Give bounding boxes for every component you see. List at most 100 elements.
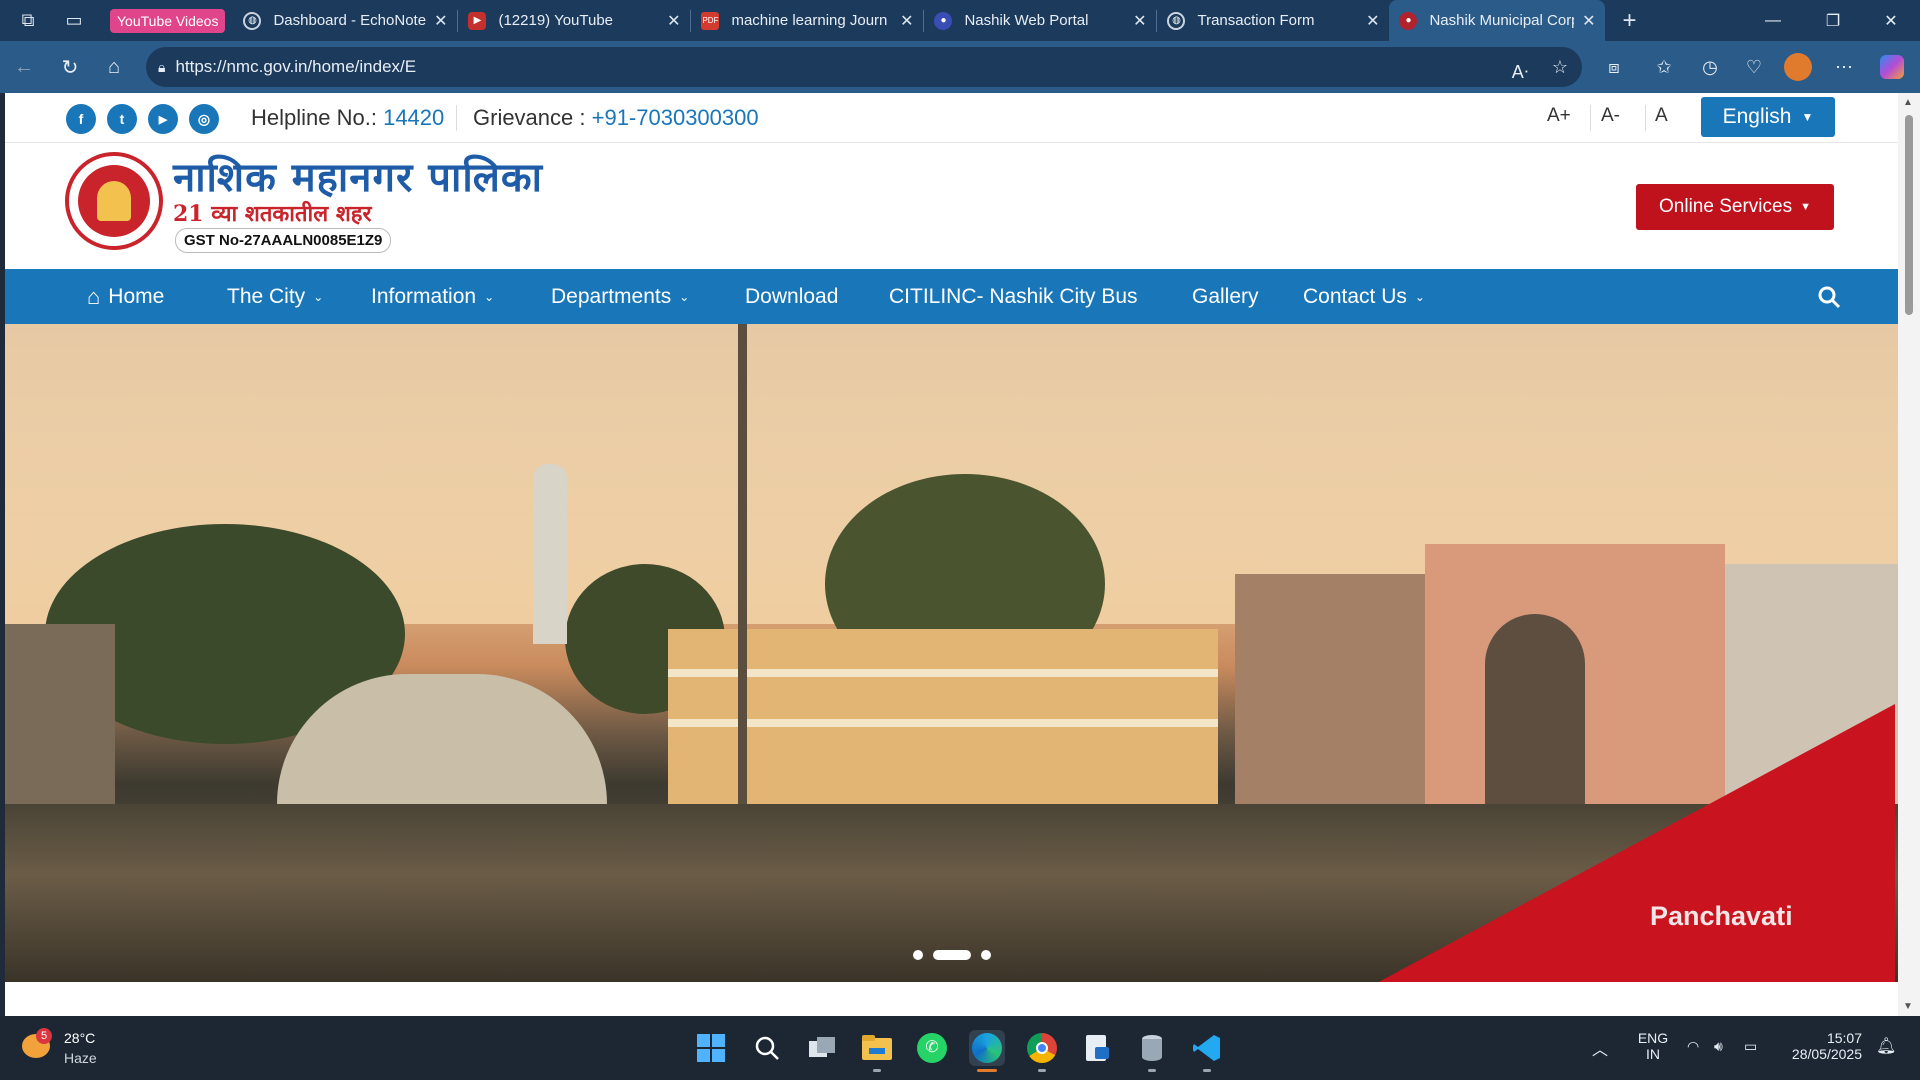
browser-tab-strip: ⧉ ▭ YouTube Videos ◍ Dashboard - EchoNot… <box>0 0 1920 41</box>
home-icon: ⌂ <box>87 283 101 309</box>
nav-contact-us[interactable]: Contact Us ⌄ <box>1303 269 1425 324</box>
slider-dot-2-active[interactable] <box>933 950 971 960</box>
whatsapp-icon[interactable]: ✆ <box>914 1030 950 1066</box>
home-icon[interactable]: ⌂ <box>98 51 130 83</box>
close-tab-icon[interactable]: ✕ <box>434 11 447 31</box>
profile-avatar[interactable] <box>1782 51 1814 83</box>
favorites-icon[interactable]: ✩ <box>1648 51 1680 83</box>
portal-icon: ● <box>934 11 953 30</box>
workspaces-icon[interactable]: ⧉ <box>14 7 42 35</box>
tab-ml-journal-pdf[interactable]: PDF machine learning Journ ✕ <box>691 0 923 41</box>
weather-widget[interactable]: 5 28°C Haze <box>20 1028 120 1070</box>
database-app-icon[interactable] <box>1134 1030 1170 1072</box>
vscode-icon[interactable] <box>1189 1030 1225 1072</box>
restore-icon[interactable]: ❐ <box>1810 0 1856 41</box>
globe-icon: ◍ <box>243 11 262 30</box>
nav-download[interactable]: Download <box>745 269 838 324</box>
youtube-icon: ▶ <box>468 11 487 30</box>
slider-dot-3[interactable] <box>981 950 991 960</box>
new-tab-icon[interactable]: + <box>1615 7 1643 35</box>
language-dropdown[interactable]: English ▼ <box>1701 97 1835 137</box>
notifications-icon[interactable]: 🔔︎ <box>1876 1036 1896 1056</box>
hero-scene-palace-floor <box>668 719 1218 727</box>
instagram-icon[interactable]: ◎ <box>189 104 219 134</box>
site-info-icon[interactable]: 🔒︎ <box>158 59 165 76</box>
vertical-tabs-icon[interactable]: ▭ <box>60 7 88 35</box>
pdf-icon: PDF <box>701 11 720 30</box>
close-tab-icon[interactable]: ✕ <box>1133 11 1146 31</box>
grievance-value[interactable]: +91-7030300300 <box>592 105 759 130</box>
nav-information[interactable]: Information ⌄ <box>371 269 494 324</box>
nav-departments[interactable]: Departments ⌄ <box>551 269 689 324</box>
task-view-icon[interactable] <box>804 1030 840 1066</box>
grievance-number[interactable]: Grievance : +91-7030300300 <box>473 105 759 131</box>
page-scrollbar[interactable]: ▲ ▼ <box>1898 93 1920 1016</box>
weather-temp: 28°C <box>64 1030 96 1046</box>
close-tab-icon[interactable]: ✕ <box>1582 11 1595 31</box>
close-window-icon[interactable]: ✕ <box>1868 0 1914 41</box>
file-explorer-icon[interactable] <box>859 1030 895 1072</box>
volume-icon[interactable]: 🔊︎ <box>1714 1038 1723 1055</box>
chevron-down-icon: ▼ <box>1800 201 1811 213</box>
helpline-value[interactable]: 14420 <box>383 105 444 130</box>
slider-dot-1[interactable] <box>913 950 923 960</box>
nav-citilinc[interactable]: CITILINC- Nashik City Bus <box>889 269 1138 324</box>
extensions-icon[interactable]: ⧈ <box>1598 51 1630 83</box>
scroll-up-icon[interactable]: ▲ <box>1903 97 1913 108</box>
search-icon[interactable] <box>1813 281 1845 313</box>
favorite-star-icon[interactable]: ☆ <box>1544 51 1576 83</box>
font-decrease-button[interactable]: A- <box>1601 105 1620 127</box>
online-services-button[interactable]: Online Services ▼ <box>1636 184 1834 230</box>
twitter-icon[interactable]: t <box>107 104 137 134</box>
tab-transaction-form[interactable]: ◍ Transaction Form ✕ <box>1157 0 1389 41</box>
tab-youtube[interactable]: ▶ (12219) YouTube ✕ <box>458 0 690 41</box>
address-bar[interactable]: 🔒︎ https://nmc.gov.in/home/index/E <box>146 47 1582 87</box>
input-language[interactable]: ENG IN <box>1636 1030 1670 1062</box>
battery-icon[interactable]: ▭ <box>1744 1038 1757 1055</box>
facebook-icon[interactable]: f <box>66 104 96 134</box>
chrome-icon[interactable] <box>1024 1030 1060 1072</box>
weather-badge: 5 <box>36 1028 52 1044</box>
minimize-icon[interactable]: — <box>1750 0 1796 41</box>
tab-dashboard-echonote[interactable]: ◍ Dashboard - EchoNote ✕ <box>233 0 457 41</box>
clock[interactable]: 15:07 28/05/2025 <box>1782 1030 1862 1062</box>
close-tab-icon[interactable]: ✕ <box>900 11 913 31</box>
more-options-icon[interactable]: ⋯ <box>1828 51 1860 83</box>
nav-gallery[interactable]: Gallery <box>1192 269 1259 324</box>
scroll-down-icon[interactable]: ▼ <box>1903 1001 1913 1012</box>
hero-slider[interactable]: Panchavati <box>5 324 1898 982</box>
font-increase-button[interactable]: A+ <box>1547 105 1571 127</box>
read-aloud-icon[interactable]: Aᐧ <box>1504 56 1536 88</box>
wifi-icon[interactable]: ◠ <box>1687 1038 1699 1055</box>
tab-nashik-web-portal[interactable]: ● Nashik Web Portal ✕ <box>924 0 1156 41</box>
document-app-icon[interactable] <box>1079 1030 1115 1066</box>
helpline-number[interactable]: Helpline No.: 14420 <box>251 105 444 131</box>
edge-browser-icon[interactable] <box>969 1030 1005 1072</box>
hero-scene-building <box>5 624 115 804</box>
tab-nashik-municipal-active[interactable]: ● Nashik Municipal Corpc ✕ <box>1389 0 1606 41</box>
search-icon[interactable] <box>749 1030 785 1066</box>
nav-label: CITILINC- Nashik City Bus <box>889 284 1138 308</box>
youtube-icon[interactable]: ▶ <box>148 104 178 134</box>
scrollbar-thumb[interactable] <box>1905 115 1913 315</box>
divider <box>456 105 457 131</box>
nav-the-city[interactable]: The City ⌄ <box>227 269 323 324</box>
history-icon[interactable]: ◷ <box>1694 51 1726 83</box>
refresh-icon[interactable]: ↻ <box>54 51 86 83</box>
close-tab-icon[interactable]: ✕ <box>667 11 680 31</box>
nav-home[interactable]: ⌂ Home <box>87 269 164 324</box>
nav-label: Gallery <box>1192 284 1259 308</box>
nmc-logo-icon: ● <box>1399 11 1418 30</box>
back-icon[interactable]: ← <box>8 51 40 83</box>
show-hidden-icons[interactable]: ︿ <box>1592 1036 1608 1060</box>
edge-logo <box>972 1033 1002 1063</box>
font-reset-button[interactable]: A <box>1655 105 1668 127</box>
chevron-down-icon: ⌄ <box>679 289 690 304</box>
nmc-logo[interactable] <box>65 152 163 250</box>
close-tab-icon[interactable]: ✕ <box>1366 11 1379 31</box>
bell-icon <box>97 181 131 221</box>
copilot-icon[interactable] <box>1876 51 1908 83</box>
start-button[interactable] <box>693 1030 729 1066</box>
browser-essentials-icon[interactable]: ♡ <box>1738 51 1770 83</box>
tab-group-youtube-videos[interactable]: YouTube Videos <box>110 8 226 33</box>
